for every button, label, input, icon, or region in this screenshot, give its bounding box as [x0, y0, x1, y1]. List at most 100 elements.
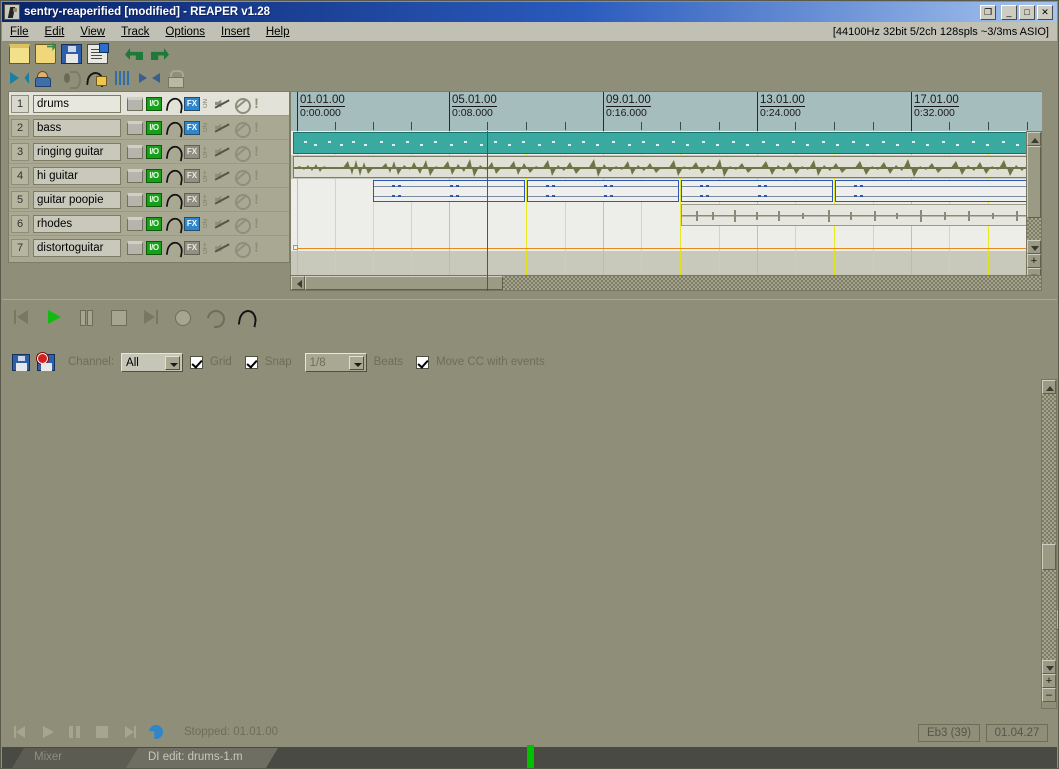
solo-icon[interactable]: [233, 121, 251, 138]
mute-icon[interactable]: [214, 145, 230, 159]
media-item-ringing-guitar-3[interactable]: [681, 180, 833, 202]
solo-icon[interactable]: [233, 97, 251, 114]
midi-scroll-track-top[interactable]: [1042, 394, 1056, 544]
fx-icon[interactable]: FX: [184, 168, 200, 183]
mini-stop-button[interactable]: [93, 723, 111, 741]
solo-icon[interactable]: [233, 145, 251, 162]
fx-icon[interactable]: FX: [184, 241, 200, 255]
track-row-6[interactable]: 6 rhodes I/O FX ON !: [9, 212, 289, 236]
record-arm-icon[interactable]: !: [252, 216, 261, 231]
grid-checkbox[interactable]: [190, 355, 204, 369]
io-icon[interactable]: I/O: [146, 241, 162, 255]
track-name-field[interactable]: guitar poopie: [33, 190, 121, 209]
folder-icon[interactable]: [127, 168, 143, 183]
transport-forward-button[interactable]: [140, 307, 160, 327]
track-name-field[interactable]: bass: [33, 118, 121, 137]
record-arm-icon[interactable]: !: [252, 120, 261, 135]
chevron-down-icon[interactable]: [165, 355, 181, 370]
save-project-icon[interactable]: [61, 44, 82, 64]
midi-save-as-icon[interactable]: [36, 351, 55, 371]
io-icon[interactable]: I/O: [146, 144, 162, 159]
add-track-icon[interactable]: [35, 68, 56, 88]
track-row-3[interactable]: 3 ringing guitar I/O FX OFF !: [9, 140, 289, 164]
transport-pause-button[interactable]: [76, 307, 96, 327]
mini-pause-button[interactable]: [66, 723, 84, 741]
envelope-icon[interactable]: [165, 217, 181, 231]
transport-envelope-button[interactable]: [236, 307, 256, 327]
grid-icon[interactable]: [113, 68, 134, 88]
fx-icon[interactable]: FX: [184, 192, 200, 207]
arrange-play-cursor[interactable]: [487, 131, 488, 291]
envelope-icon[interactable]: [165, 97, 181, 111]
media-item-drums[interactable]: [293, 132, 1039, 154]
envelope-point[interactable]: [293, 245, 298, 250]
arrange-horizontal-scrollbar[interactable]: [290, 275, 1042, 291]
folder-icon[interactable]: [127, 216, 143, 231]
channel-dropdown[interactable]: All: [121, 352, 184, 372]
arrange-hscroll-thumb[interactable]: [305, 276, 503, 290]
automation-icon[interactable]: [87, 68, 108, 88]
mini-rewind-button[interactable]: [12, 723, 30, 741]
fx-icon[interactable]: FX: [184, 216, 200, 231]
track-envelope-line[interactable]: [293, 248, 1039, 249]
project-settings-icon[interactable]: [87, 43, 109, 64]
folder-icon[interactable]: [127, 120, 143, 135]
media-item-hi-guitar[interactable]: [681, 204, 1039, 226]
scroll-up-arrow-icon[interactable]: [1027, 132, 1041, 146]
midi-scroll-thumb[interactable]: [1042, 544, 1056, 570]
mini-repeat-button[interactable]: [147, 723, 165, 741]
metronome-icon[interactable]: [61, 68, 82, 89]
arrange-zoom-in-button[interactable]: +: [1027, 254, 1041, 268]
fx-icon[interactable]: FX: [184, 96, 200, 111]
mute-icon[interactable]: [214, 193, 230, 207]
envelope-icon[interactable]: [165, 193, 181, 207]
mute-icon[interactable]: [214, 121, 230, 135]
io-icon[interactable]: I/O: [146, 96, 162, 111]
midi-play-cursor[interactable]: [527, 745, 534, 768]
menu-file[interactable]: File: [2, 24, 37, 40]
redo-icon[interactable]: [150, 44, 171, 64]
mini-play-button[interactable]: [39, 723, 57, 741]
mute-icon[interactable]: [214, 169, 230, 183]
midi-scroll-track-bottom[interactable]: [1042, 570, 1056, 660]
record-arm-icon[interactable]: !: [252, 96, 261, 111]
snap-checkbox[interactable]: [244, 355, 258, 369]
transport-rewind-button[interactable]: [12, 307, 32, 327]
minimize-button[interactable]: _: [1001, 4, 1017, 20]
folder-icon[interactable]: [127, 241, 143, 255]
arrange-track-area[interactable]: [290, 131, 1042, 291]
solo-icon[interactable]: [233, 169, 251, 186]
arrange-scroll-thumb[interactable]: [1027, 146, 1041, 218]
solo-icon[interactable]: [233, 217, 251, 234]
media-item-ringing-guitar-4[interactable]: [835, 180, 1039, 202]
record-arm-icon[interactable]: !: [252, 168, 261, 183]
folder-icon[interactable]: [127, 144, 143, 159]
mute-icon[interactable]: [214, 241, 230, 255]
record-arm-icon[interactable]: !: [252, 240, 261, 255]
menu-help[interactable]: Help: [258, 24, 298, 40]
menu-track[interactable]: Track: [113, 24, 157, 40]
taskbar-tab-midi-editor[interactable]: DI edit: drums-1.m: [126, 748, 278, 768]
restore-down-button[interactable]: ❐: [980, 4, 996, 20]
undo-icon[interactable]: [124, 44, 145, 64]
track-name-field[interactable]: ringing guitar: [33, 142, 121, 161]
envelope-icon[interactable]: [165, 121, 181, 135]
move-cc-checkbox[interactable]: [416, 355, 430, 369]
track-row-4[interactable]: 4 hi guitar I/O FX OFF !: [9, 164, 289, 188]
new-project-icon[interactable]: [9, 44, 30, 64]
track-name-field[interactable]: rhodes: [33, 214, 121, 233]
track-row-1[interactable]: 1 drums I/O FX ON !: [9, 92, 289, 116]
arrange-scroll-track[interactable]: [1027, 218, 1041, 240]
transport-play-button[interactable]: [44, 307, 64, 327]
midi-zoom-out-button[interactable]: –: [1042, 688, 1056, 702]
solo-icon[interactable]: [233, 193, 251, 210]
media-item-ringing-guitar-1[interactable]: [373, 180, 525, 202]
menu-view[interactable]: View: [72, 24, 113, 40]
solo-icon[interactable]: [233, 241, 251, 258]
grid-division-dropdown[interactable]: 1/8: [304, 352, 367, 372]
fx-icon[interactable]: FX: [184, 144, 200, 159]
menu-edit[interactable]: Edit: [37, 24, 73, 40]
mute-icon[interactable]: [214, 97, 230, 111]
midi-vertical-scrollbar[interactable]: + –: [1041, 379, 1057, 709]
envelope-view-icon[interactable]: [9, 68, 30, 88]
